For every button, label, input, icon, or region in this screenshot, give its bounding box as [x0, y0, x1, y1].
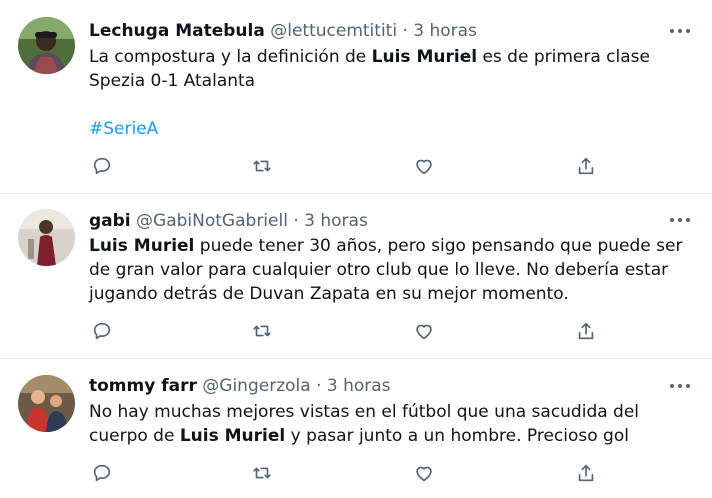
retweet-icon[interactable]	[251, 320, 275, 344]
tweet-timestamp[interactable]: 3 horas	[413, 21, 477, 41]
author-handle[interactable]: @lettucemtititi	[270, 21, 397, 41]
author-name[interactable]: gabi	[89, 211, 131, 231]
tweet-actions	[89, 462, 609, 486]
retweet-icon[interactable]	[251, 155, 275, 179]
separator-dot: ·	[402, 21, 408, 41]
bold-mention: Luis Muriel	[371, 47, 478, 67]
share-icon[interactable]	[575, 155, 599, 179]
tweet-timestamp[interactable]: 3 horas	[327, 376, 391, 396]
like-icon[interactable]	[413, 320, 437, 344]
tweet-timestamp[interactable]: 3 horas	[304, 211, 368, 231]
avatar[interactable]	[18, 17, 75, 74]
author-name[interactable]: tommy farr	[89, 376, 197, 396]
tweet-line: Spezia 0-1 Atalanta	[89, 71, 256, 91]
tweet-header: tommy farr @Gingerzola · 3 horas	[89, 375, 391, 397]
avatar[interactable]	[18, 375, 75, 432]
text-span: es de primera clase	[477, 47, 650, 67]
more-icon[interactable]	[670, 376, 694, 396]
author-handle[interactable]: @GabiNotGabriell	[136, 211, 288, 231]
tweet-text: Luis Muriel puede tener 30 años, pero si…	[89, 234, 692, 306]
author-handle[interactable]: @Gingerzola	[202, 376, 310, 396]
text-span: y pasar junto a un hombre. Precioso gol	[285, 426, 629, 446]
like-icon[interactable]	[413, 155, 437, 179]
reply-icon[interactable]	[91, 155, 115, 179]
reply-icon[interactable]	[91, 462, 115, 486]
avatar[interactable]	[18, 209, 75, 266]
separator-dot: ·	[316, 376, 322, 396]
text-span: La compostura y la definición de	[89, 47, 372, 67]
tweet-item[interactable]: tommy farr @Gingerzola · 3 horas No hay …	[0, 358, 712, 498]
separator-dot: ·	[293, 211, 299, 231]
reply-icon[interactable]	[91, 320, 115, 344]
share-icon[interactable]	[575, 320, 599, 344]
tweet-feed: Lechuga Matebula @lettucemtititi · 3 hor…	[0, 0, 712, 482]
author-name[interactable]: Lechuga Matebula	[89, 21, 265, 41]
more-icon[interactable]	[670, 210, 694, 230]
tweet-header: gabi @GabiNotGabriell · 3 horas	[89, 210, 368, 232]
tweet-actions	[89, 320, 609, 344]
retweet-icon[interactable]	[251, 462, 275, 486]
share-icon[interactable]	[575, 462, 599, 486]
tweet-item[interactable]: Lechuga Matebula @lettucemtititi · 3 hor…	[0, 0, 712, 194]
tweet-actions	[89, 155, 609, 179]
bold-mention: Luis Muriel	[89, 236, 195, 256]
hashtag-link[interactable]: #SerieA	[89, 119, 158, 139]
tweet-line: La compostura y la definición de Luis Mu…	[89, 45, 692, 69]
bold-mention: Luis Muriel	[179, 426, 286, 446]
tweet-item[interactable]: gabi @GabiNotGabriell · 3 horas Luis Mur…	[0, 193, 712, 359]
tweet-header: Lechuga Matebula @lettucemtititi · 3 hor…	[89, 20, 477, 42]
more-icon[interactable]	[670, 21, 694, 41]
like-icon[interactable]	[413, 462, 437, 486]
tweet-text: La compostura y la definición de Luis Mu…	[89, 45, 692, 141]
tweet-text: No hay muchas mejores vistas en el fútbo…	[89, 400, 692, 448]
